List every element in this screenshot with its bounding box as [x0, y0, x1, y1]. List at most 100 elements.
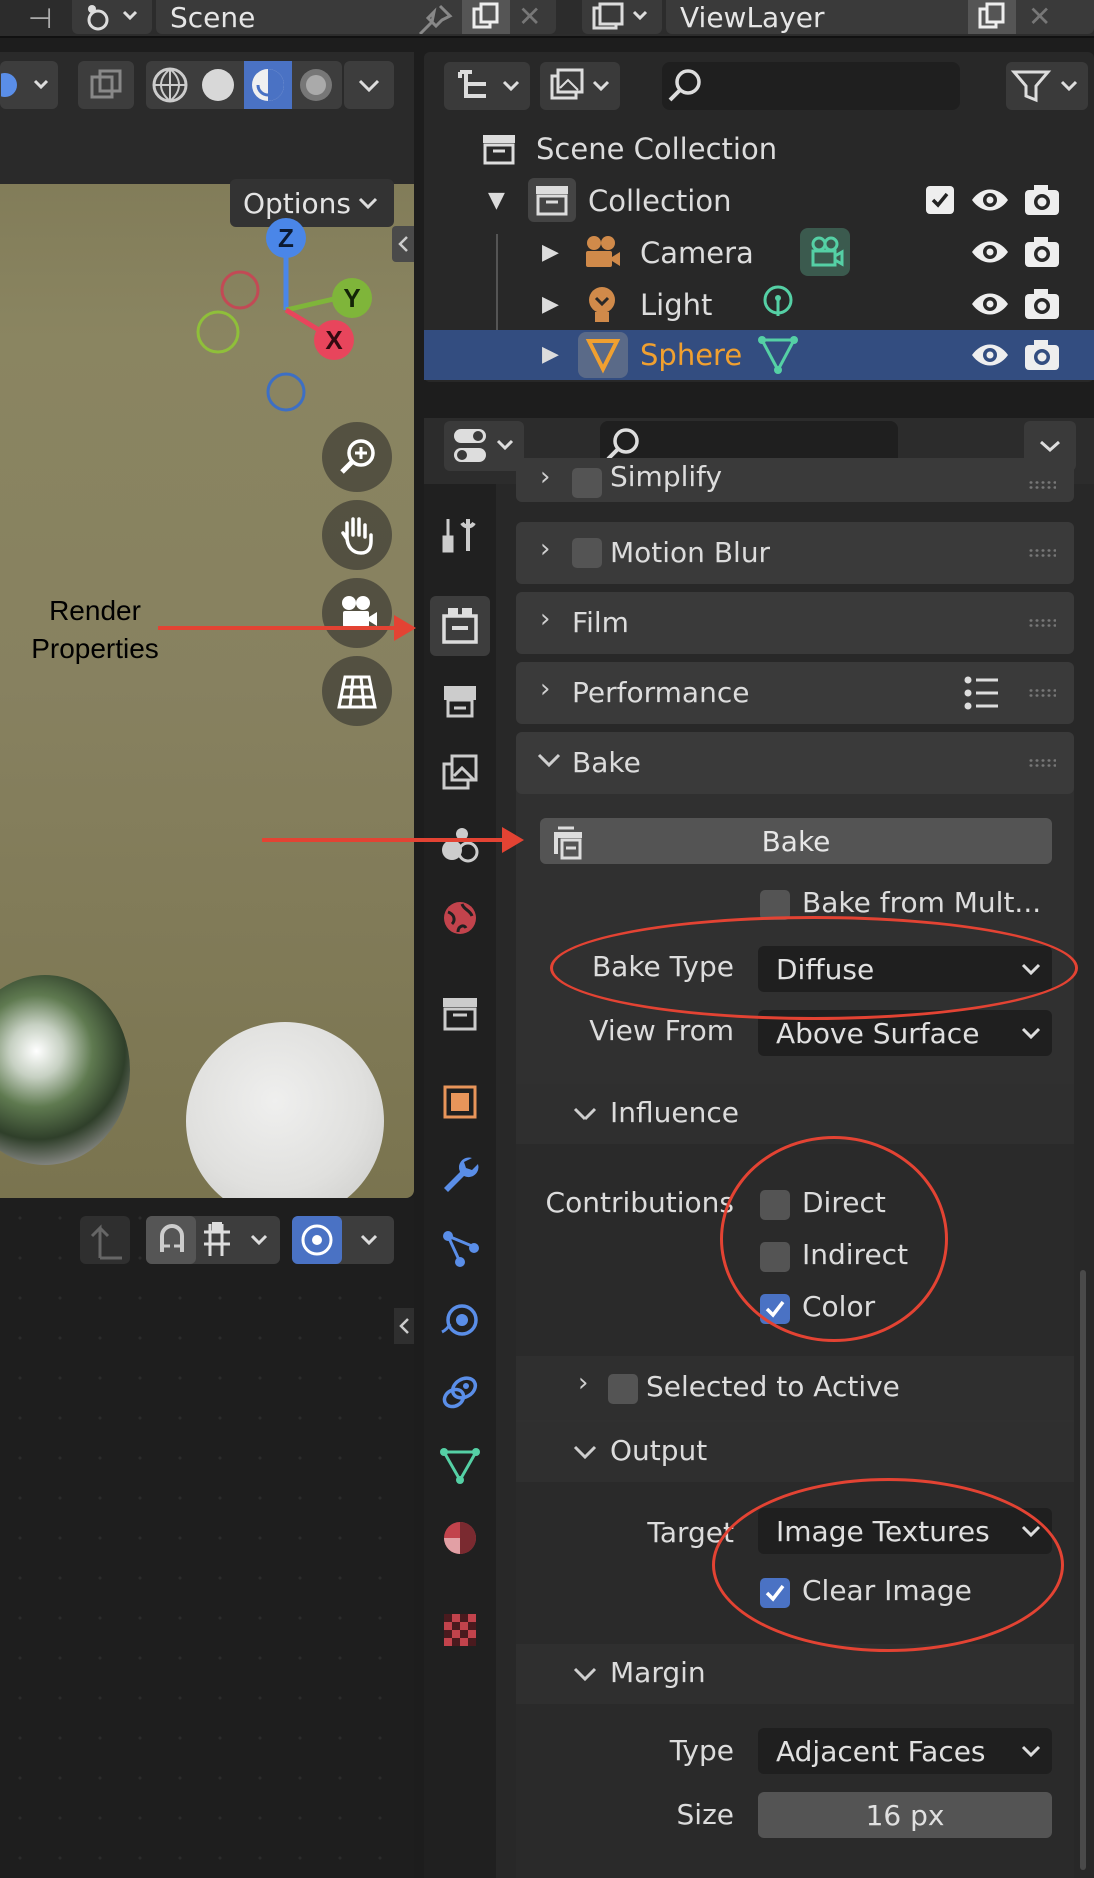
- drag-handle-icon[interactable]: [1028, 618, 1056, 628]
- film-panel[interactable]: › Film: [516, 592, 1074, 654]
- chevron-down-icon[interactable]: [572, 1666, 598, 1684]
- motion-blur-panel[interactable]: › Motion Blur: [516, 522, 1074, 584]
- chevron-right-icon[interactable]: ›: [578, 1368, 588, 1398]
- tab-collection[interactable]: [430, 984, 490, 1044]
- view-layer-selector-button[interactable]: [582, 0, 662, 34]
- expand-triangle-icon[interactable]: ▶: [542, 240, 559, 265]
- scene-selector-button[interactable]: [72, 0, 152, 34]
- tab-modifiers[interactable]: [430, 1144, 490, 1204]
- tab-physics[interactable]: [430, 1290, 490, 1350]
- ortho-toggle-button[interactable]: [322, 656, 392, 726]
- drag-handle-icon[interactable]: [1028, 548, 1056, 558]
- bake-button[interactable]: Bake: [540, 818, 1052, 864]
- chevron-down-icon[interactable]: [572, 1106, 598, 1124]
- outliner-collection-row[interactable]: ▼ Collection: [424, 176, 1094, 226]
- tab-world[interactable]: [430, 888, 490, 948]
- navigation-gizmo[interactable]: Z Y X: [190, 218, 380, 418]
- collapse-triangle-icon[interactable]: ▼: [488, 188, 505, 213]
- shading-options-dropdown[interactable]: [344, 61, 394, 109]
- eye-icon[interactable]: [970, 339, 1010, 371]
- simplify-panel[interactable]: › Simplify: [516, 458, 1074, 502]
- margin-size-field[interactable]: 16 px: [758, 1792, 1052, 1838]
- tab-material[interactable]: [430, 1508, 490, 1568]
- expand-triangle-icon[interactable]: ▶: [542, 292, 559, 317]
- close-view-layer-icon[interactable]: ✕: [1028, 0, 1051, 33]
- tab-texture[interactable]: [430, 1600, 490, 1660]
- render-camera-icon[interactable]: [1022, 234, 1062, 270]
- filter-dropdown[interactable]: [1006, 62, 1088, 110]
- tab-data[interactable]: [430, 1436, 490, 1496]
- eye-icon[interactable]: [970, 184, 1010, 216]
- zoom-button[interactable]: [322, 422, 392, 492]
- tab-object[interactable]: [430, 1072, 490, 1132]
- drag-handle-icon[interactable]: [1028, 480, 1056, 490]
- display-mode-dropdown[interactable]: [444, 62, 530, 110]
- snap-base-button[interactable]: [80, 1216, 130, 1264]
- margin-type-dropdown[interactable]: Adjacent Faces: [758, 1728, 1052, 1774]
- scene-name-field[interactable]: Scene ✕: [156, 0, 556, 34]
- editor-type-dropdown[interactable]: [444, 421, 524, 471]
- simplify-checkbox[interactable]: [572, 468, 602, 498]
- pin-icon[interactable]: [414, 2, 454, 34]
- collection-icon: [528, 178, 576, 222]
- bake-panel-header[interactable]: Bake: [516, 732, 1074, 794]
- chevron-right-icon[interactable]: ›: [540, 534, 550, 564]
- mesh-data-icon[interactable]: [756, 334, 800, 376]
- exclude-checkbox[interactable]: [926, 186, 954, 214]
- drag-handle-icon[interactable]: [1028, 758, 1056, 768]
- influence-subpanel-header[interactable]: Influence: [516, 1084, 1074, 1144]
- xray-toggle-button[interactable]: [78, 61, 134, 109]
- output-icon: [444, 686, 476, 718]
- tab-view-layer[interactable]: [430, 742, 490, 802]
- proportional-editing-group[interactable]: [292, 1216, 394, 1264]
- margin-subpanel-header[interactable]: Margin: [516, 1644, 1074, 1704]
- render-camera-icon[interactable]: [1022, 286, 1062, 322]
- eye-icon[interactable]: [970, 288, 1010, 320]
- drag-handle-icon[interactable]: [1028, 688, 1056, 698]
- snap-group[interactable]: [146, 1216, 280, 1264]
- camera-data-icon[interactable]: [800, 228, 850, 276]
- editor-split-icon[interactable]: ⊣: [28, 2, 52, 35]
- chevron-right-icon[interactable]: ›: [540, 462, 550, 492]
- expand-triangle-icon[interactable]: ▶: [542, 342, 559, 367]
- sidebar-toggle-icon[interactable]: [392, 226, 414, 262]
- properties-scrollbar[interactable]: [1080, 1270, 1086, 1870]
- tab-render[interactable]: [430, 596, 490, 656]
- performance-panel[interactable]: › Performance: [516, 662, 1074, 724]
- light-data-icon[interactable]: [760, 284, 796, 326]
- tab-scene[interactable]: [430, 814, 490, 874]
- selected-to-active-checkbox[interactable]: [608, 1374, 638, 1404]
- output-subpanel-header[interactable]: Output: [516, 1422, 1074, 1482]
- outliner-sphere-row[interactable]: ▶ Sphere: [424, 330, 1094, 380]
- tab-particles[interactable]: [430, 1218, 490, 1278]
- outliner-camera-row[interactable]: ▶ Camera: [424, 228, 1094, 278]
- contributions-label: Contributions: [545, 1186, 734, 1219]
- tab-tool[interactable]: [430, 505, 490, 565]
- chevron-down-icon[interactable]: [572, 1444, 598, 1462]
- tab-output[interactable]: [430, 670, 490, 730]
- camera-view-button[interactable]: [322, 578, 392, 648]
- render-camera-icon[interactable]: [1022, 337, 1062, 373]
- motion-blur-checkbox[interactable]: [572, 538, 602, 568]
- outliner-light-row[interactable]: ▶ Light: [424, 280, 1094, 330]
- chevron-right-icon[interactable]: ›: [540, 604, 550, 634]
- tab-constraints[interactable]: [430, 1362, 490, 1422]
- outliner-search-input[interactable]: [662, 62, 960, 110]
- view-layer-mode-dropdown[interactable]: [540, 62, 620, 110]
- outliner-display-icon: [458, 70, 520, 98]
- view-layer-name-field[interactable]: ViewLayer ✕: [666, 0, 1094, 34]
- lower-sidebar-toggle-icon[interactable]: [394, 1308, 414, 1344]
- lower-editor-area[interactable]: [0, 1198, 414, 1878]
- close-scene-icon[interactable]: ✕: [518, 0, 541, 33]
- chevron-right-icon[interactable]: ›: [540, 674, 550, 704]
- render-camera-icon[interactable]: [1022, 182, 1062, 218]
- new-scene-icon[interactable]: [462, 0, 510, 34]
- pan-button[interactable]: [322, 500, 392, 570]
- eye-icon[interactable]: [970, 236, 1010, 268]
- chevron-down-icon[interactable]: [536, 752, 562, 770]
- outliner-scene-collection-row[interactable]: Scene Collection: [424, 124, 1094, 174]
- new-view-layer-icon[interactable]: [968, 0, 1016, 34]
- selected-to-active-subpanel[interactable]: › Selected to Active: [516, 1356, 1074, 1420]
- presets-list-icon[interactable]: [962, 674, 1002, 712]
- shading-mode-button[interactable]: [0, 61, 58, 109]
